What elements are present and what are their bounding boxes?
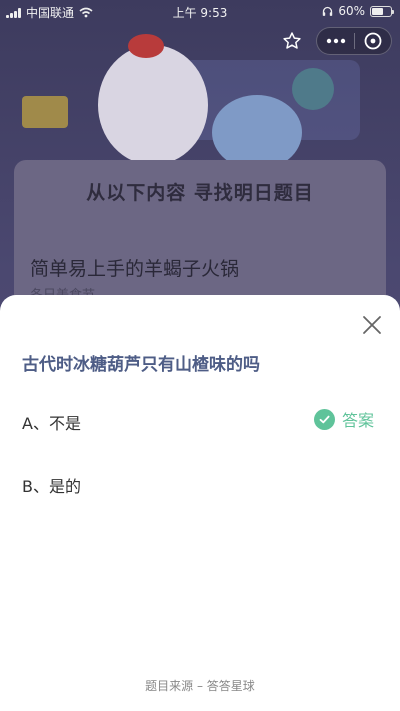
close-icon[interactable] bbox=[360, 313, 384, 337]
chicken-mascot-body bbox=[98, 45, 208, 165]
whale-mascot bbox=[212, 95, 302, 170]
answer-sheet: 古代时冰糖葫芦只有山楂味的吗 A、不是 答案 B、是的 题目来源 – 答答星球 bbox=[0, 295, 400, 711]
option-b[interactable]: B、是的 bbox=[22, 473, 81, 497]
question-title: 古代时冰糖葫芦只有山楂味的吗 bbox=[22, 355, 260, 375]
battery-percent: 60% bbox=[338, 4, 365, 18]
banner-title: 从以下内容 寻找明日题目 bbox=[86, 182, 314, 204]
option-a[interactable]: A、不是 bbox=[22, 410, 81, 434]
answer-indicator: 答案 bbox=[314, 407, 374, 431]
status-bar: 中国联通 上午 9:53 60% bbox=[0, 0, 400, 22]
question-source: 题目来源 – 答答星球 bbox=[145, 679, 255, 693]
favorite-button[interactable] bbox=[276, 27, 308, 55]
answer-label: 答案 bbox=[342, 411, 375, 430]
star-outline-icon bbox=[283, 32, 301, 49]
mini-program-capsule bbox=[316, 27, 392, 55]
more-button[interactable] bbox=[317, 28, 354, 54]
circle-close-icon bbox=[364, 32, 382, 50]
article-title[interactable]: 简单易上手的羊蝎子火锅 bbox=[30, 254, 239, 281]
headphones-icon bbox=[323, 6, 333, 16]
check-circle-icon bbox=[314, 408, 335, 430]
more-dots-icon bbox=[326, 38, 345, 44]
award-frame bbox=[22, 96, 68, 128]
battery-icon bbox=[370, 5, 394, 17]
chicken-comb bbox=[128, 34, 164, 58]
planet-decoration bbox=[292, 68, 334, 110]
exit-button[interactable] bbox=[355, 28, 391, 54]
